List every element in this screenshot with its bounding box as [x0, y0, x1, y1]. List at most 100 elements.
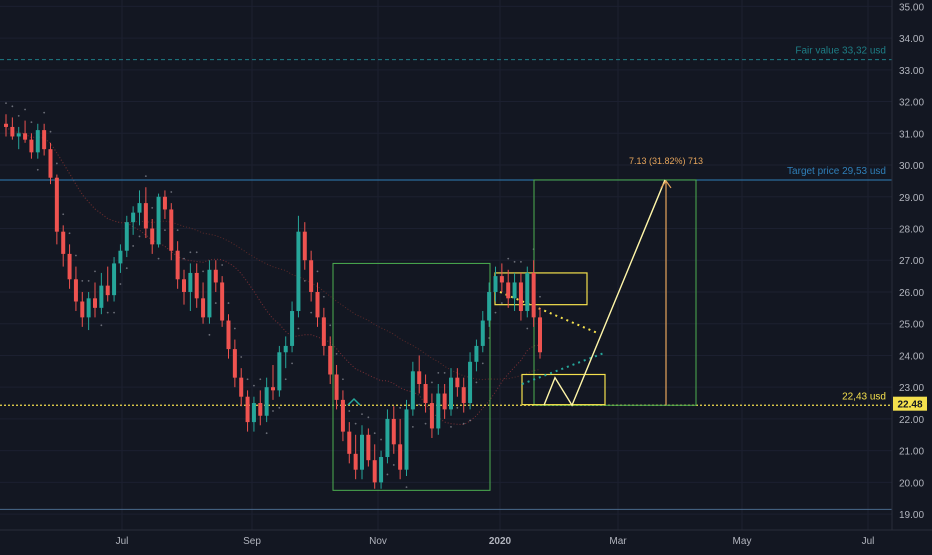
candle-body [385, 418, 390, 458]
psar-dot [284, 378, 287, 381]
candle-body [54, 177, 59, 232]
chart-canvas[interactable]: 35.00 34.00 33.00 32.00 31.00 30.00 29.00 28.00… [0, 0, 932, 550]
psar-dot [125, 267, 128, 270]
psar-dot [507, 257, 510, 260]
candle-body [531, 272, 536, 318]
y-tick-label: 19.00 [899, 510, 924, 521]
candle [321, 307, 326, 356]
y-tick-label: 35.00 [899, 2, 924, 13]
candle-body [379, 457, 384, 483]
candle [538, 307, 542, 359]
psar-dot [81, 279, 84, 282]
candle [201, 282, 206, 324]
psar-dot [380, 438, 382, 441]
candle [360, 425, 364, 480]
candle [93, 282, 97, 318]
candle-body [398, 444, 403, 470]
candle-body [23, 133, 28, 140]
candle-body [309, 260, 314, 292]
candle-body [468, 361, 473, 404]
candle [239, 368, 244, 407]
candle-body [188, 272, 193, 292]
candle-body [264, 387, 269, 416]
psar-dot [539, 295, 541, 298]
y-tick-label: 22.00 [899, 415, 924, 426]
candle-body [10, 126, 15, 137]
psar-dot [5, 102, 7, 105]
x-tick-label: May [733, 536, 752, 547]
candle-body [436, 393, 441, 429]
psar-dot [214, 302, 217, 304]
candle [353, 434, 358, 480]
y-tick-label: 23.00 [899, 383, 924, 394]
y-tick-label: 28.00 [899, 225, 924, 236]
psar-dot [386, 473, 389, 476]
ascending-trendline [521, 351, 607, 385]
y-tick-label: 26.00 [899, 288, 924, 299]
psar-dot [291, 362, 293, 365]
candle [194, 263, 199, 308]
candle [487, 282, 492, 327]
candle-body [220, 282, 225, 321]
psar-dot [138, 235, 141, 238]
psar-dot [170, 191, 173, 193]
stock-chart[interactable]: 35.00 34.00 33.00 32.00 31.00 30.00 29.00 28.00… [0, 0, 932, 550]
candle [169, 203, 174, 261]
candle-body [99, 285, 104, 308]
candle-body [410, 371, 415, 410]
psar-dot [405, 486, 408, 489]
candle-body [360, 434, 364, 470]
y-tick-label: 34.00 [899, 34, 924, 45]
candle-body [143, 203, 148, 229]
candle-body [538, 317, 542, 353]
candle-body [16, 133, 21, 137]
candle-body [334, 374, 339, 400]
candle [175, 241, 180, 289]
candle-body [4, 123, 8, 127]
candle [468, 352, 473, 410]
psar-dot [221, 264, 224, 266]
psar-dot [75, 254, 77, 257]
candle [531, 260, 536, 327]
candle [54, 174, 59, 245]
candle-body [175, 250, 180, 280]
candle [29, 133, 34, 159]
psar-dot [431, 381, 433, 384]
psar-dot [202, 270, 204, 273]
psar-dot [208, 333, 211, 336]
candle [334, 364, 339, 410]
psar-dot [24, 108, 26, 111]
price-levels [0, 59, 892, 510]
candle [277, 345, 282, 397]
fair-value-label: Fair value 33,32 usd [795, 46, 886, 57]
psar-dot [189, 251, 192, 254]
measure-label: 7.13 (31.82%) 713 [629, 156, 703, 166]
psar-dot [240, 356, 243, 358]
candle-body [474, 345, 479, 362]
candle-body [112, 263, 117, 296]
candle [398, 418, 403, 480]
candle [10, 117, 15, 140]
candle [474, 339, 479, 372]
candle [150, 218, 155, 254]
psar-dot [113, 311, 115, 314]
psar-dot [411, 425, 414, 428]
psar-dot [195, 251, 198, 254]
candle-body [105, 285, 110, 296]
candle-body [271, 387, 275, 391]
candle [124, 215, 129, 258]
candle [220, 276, 225, 327]
x-tick-label: 2020 [489, 536, 512, 547]
psar-dot [443, 372, 446, 374]
candle-body [423, 384, 428, 404]
psar-dot [399, 406, 402, 409]
psar-dot [424, 422, 427, 425]
psar-dot [322, 295, 325, 298]
candle [442, 384, 447, 419]
candle [73, 266, 78, 312]
candle-body [150, 228, 155, 245]
candle-body [182, 279, 186, 292]
candlesticks [4, 114, 542, 489]
candle-body [207, 269, 212, 318]
psar-dot [361, 413, 363, 416]
